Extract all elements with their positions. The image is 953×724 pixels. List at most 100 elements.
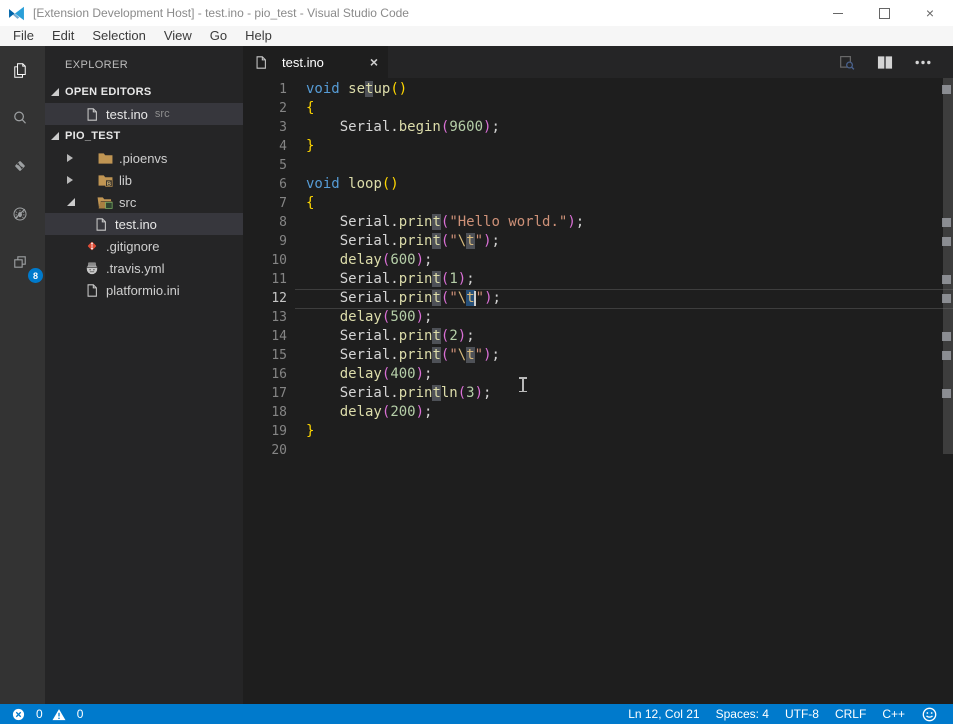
line-number[interactable]: 14 (243, 327, 287, 346)
code-line-10[interactable]: 10 delay(600); (243, 251, 953, 270)
code-line-12[interactable]: 12 Serial.print("\t"); (243, 289, 953, 308)
line-number[interactable]: 17 (243, 384, 287, 403)
activitybar-search[interactable] (0, 94, 45, 142)
tree-pioenvs[interactable]: .pioenvs (45, 147, 243, 169)
tree-src[interactable]: src (45, 191, 243, 213)
code-line-4[interactable]: 4} (243, 137, 953, 156)
menu-help[interactable]: Help (236, 26, 281, 46)
code-text: Serial.print("\t"); (287, 232, 500, 251)
menu-selection[interactable]: Selection (83, 26, 154, 46)
status-indentation[interactable]: Spaces: 4 (716, 707, 769, 721)
line-number[interactable]: 20 (243, 441, 287, 460)
line-number[interactable]: 15 (243, 346, 287, 365)
line-number[interactable]: 4 (243, 137, 287, 156)
code-line-6[interactable]: 6void loop() (243, 175, 953, 194)
code-line-9[interactable]: 9 Serial.print("\t"); (243, 232, 953, 251)
status-cursor-position[interactable]: Ln 12, Col 21 (628, 707, 699, 721)
line-number[interactable]: 7 (243, 194, 287, 213)
travis-icon (84, 260, 100, 276)
tab-label: test.ino (282, 55, 324, 70)
status-eol[interactable]: CRLF (835, 707, 866, 721)
code-line-2[interactable]: 2{ (243, 99, 953, 118)
open-preview-button[interactable] (839, 54, 861, 70)
code-line-11[interactable]: 11 Serial.print(1); (243, 270, 953, 289)
line-number[interactable]: 11 (243, 270, 287, 289)
activitybar-source-control[interactable] (0, 142, 45, 190)
code-line-14[interactable]: 14 Serial.print(2); (243, 327, 953, 346)
menu-view[interactable]: View (155, 26, 201, 46)
open-editor-test-ino[interactable]: test.inosrc (45, 103, 243, 125)
line-number[interactable]: 18 (243, 403, 287, 422)
code-line-3[interactable]: 3 Serial.begin(9600); (243, 118, 953, 137)
files-icon (12, 62, 28, 78)
tree-platformio-ini[interactable]: platformio.ini (45, 279, 243, 301)
code-text: void setup() (287, 80, 407, 99)
error-icon (10, 706, 26, 722)
editor-actions (839, 46, 953, 78)
line-number[interactable]: 1 (243, 80, 287, 99)
folder-icon (97, 150, 113, 166)
overview-ruler-mark (942, 351, 951, 360)
menu-go[interactable]: Go (201, 26, 236, 46)
line-number[interactable]: 6 (243, 175, 287, 194)
status-right: Ln 12, Col 21 Spaces: 4 UTF-8 CRLF C++ (628, 706, 943, 722)
minimize-button[interactable] (815, 0, 861, 26)
activitybar-explorer[interactable] (0, 46, 45, 94)
code-line-15[interactable]: 15 Serial.print("\t"); (243, 346, 953, 365)
line-number[interactable]: 16 (243, 365, 287, 384)
code-text: Serial.begin(9600); (287, 118, 500, 137)
line-number[interactable]: 19 (243, 422, 287, 441)
open-editors-header[interactable]: OPEN EDITORS (45, 81, 243, 103)
tree-lib[interactable]: Blib (45, 169, 243, 191)
menu-edit[interactable]: Edit (43, 26, 83, 46)
status-left: 00 (10, 706, 83, 722)
line-number[interactable]: 10 (243, 251, 287, 270)
code-line-19[interactable]: 19} (243, 422, 953, 441)
line-number[interactable]: 3 (243, 118, 287, 137)
maximize-button[interactable] (861, 0, 907, 26)
line-number[interactable]: 13 (243, 308, 287, 327)
tree-gitignore[interactable]: .gitignore (45, 235, 243, 257)
code-text: Serial.print("Hello world."); (287, 213, 584, 232)
close-button[interactable]: × (907, 0, 953, 26)
code-line-5[interactable]: 5 (243, 156, 953, 175)
status-encoding[interactable]: UTF-8 (785, 707, 819, 721)
code-line-20[interactable]: 20 (243, 441, 953, 460)
code-text: delay(200); (287, 403, 432, 422)
more-actions-button[interactable] (915, 54, 937, 70)
split-editor-button[interactable] (877, 54, 899, 70)
menu-file[interactable]: File (4, 26, 43, 46)
code-line-17[interactable]: 17 Serial.println(3); (243, 384, 953, 403)
code-line-16[interactable]: 16 delay(400); (243, 365, 953, 384)
menu-bar: FileEditSelectionViewGoHelp (0, 26, 953, 46)
code-line-1[interactable]: 1void setup() (243, 80, 953, 99)
line-number[interactable]: 9 (243, 232, 287, 251)
code-text: Serial.print(1); (287, 270, 475, 289)
line-number[interactable]: 2 (243, 99, 287, 118)
code-line-18[interactable]: 18 delay(200); (243, 403, 953, 422)
code-line-7[interactable]: 7{ (243, 194, 953, 213)
line-number[interactable]: 12 (243, 289, 287, 308)
code-line-13[interactable]: 13 delay(500); (243, 308, 953, 327)
status-errors[interactable]: 0 (10, 706, 43, 722)
tree-travis-yml[interactable]: .travis.yml (45, 257, 243, 279)
extensions-badge: 8 (28, 268, 43, 283)
search-icon (12, 110, 28, 126)
tab-test-ino[interactable]: test.ino × (243, 46, 388, 78)
code-editor[interactable]: 1void setup()2{3 Serial.begin(9600);4}56… (243, 78, 953, 704)
tab-close-icon[interactable]: × (370, 55, 378, 69)
code-text (287, 156, 306, 175)
status-feedback[interactable] (921, 706, 943, 722)
maximize-icon (879, 8, 890, 19)
sidebar-title: EXPLORER (45, 46, 243, 81)
activitybar-debug[interactable] (0, 190, 45, 238)
line-number[interactable]: 5 (243, 156, 287, 175)
code-line-8[interactable]: 8 Serial.print("Hello world."); (243, 213, 953, 232)
line-number[interactable]: 8 (243, 213, 287, 232)
tree-test-ino[interactable]: test.ino (45, 213, 243, 235)
activitybar-extensions[interactable]: 8 (0, 238, 45, 286)
project-header[interactable]: PIO_TEST (45, 125, 243, 147)
code-text: { (287, 194, 314, 213)
status-language-mode[interactable]: C++ (882, 707, 905, 721)
status-warnings[interactable]: 0 (51, 706, 84, 722)
